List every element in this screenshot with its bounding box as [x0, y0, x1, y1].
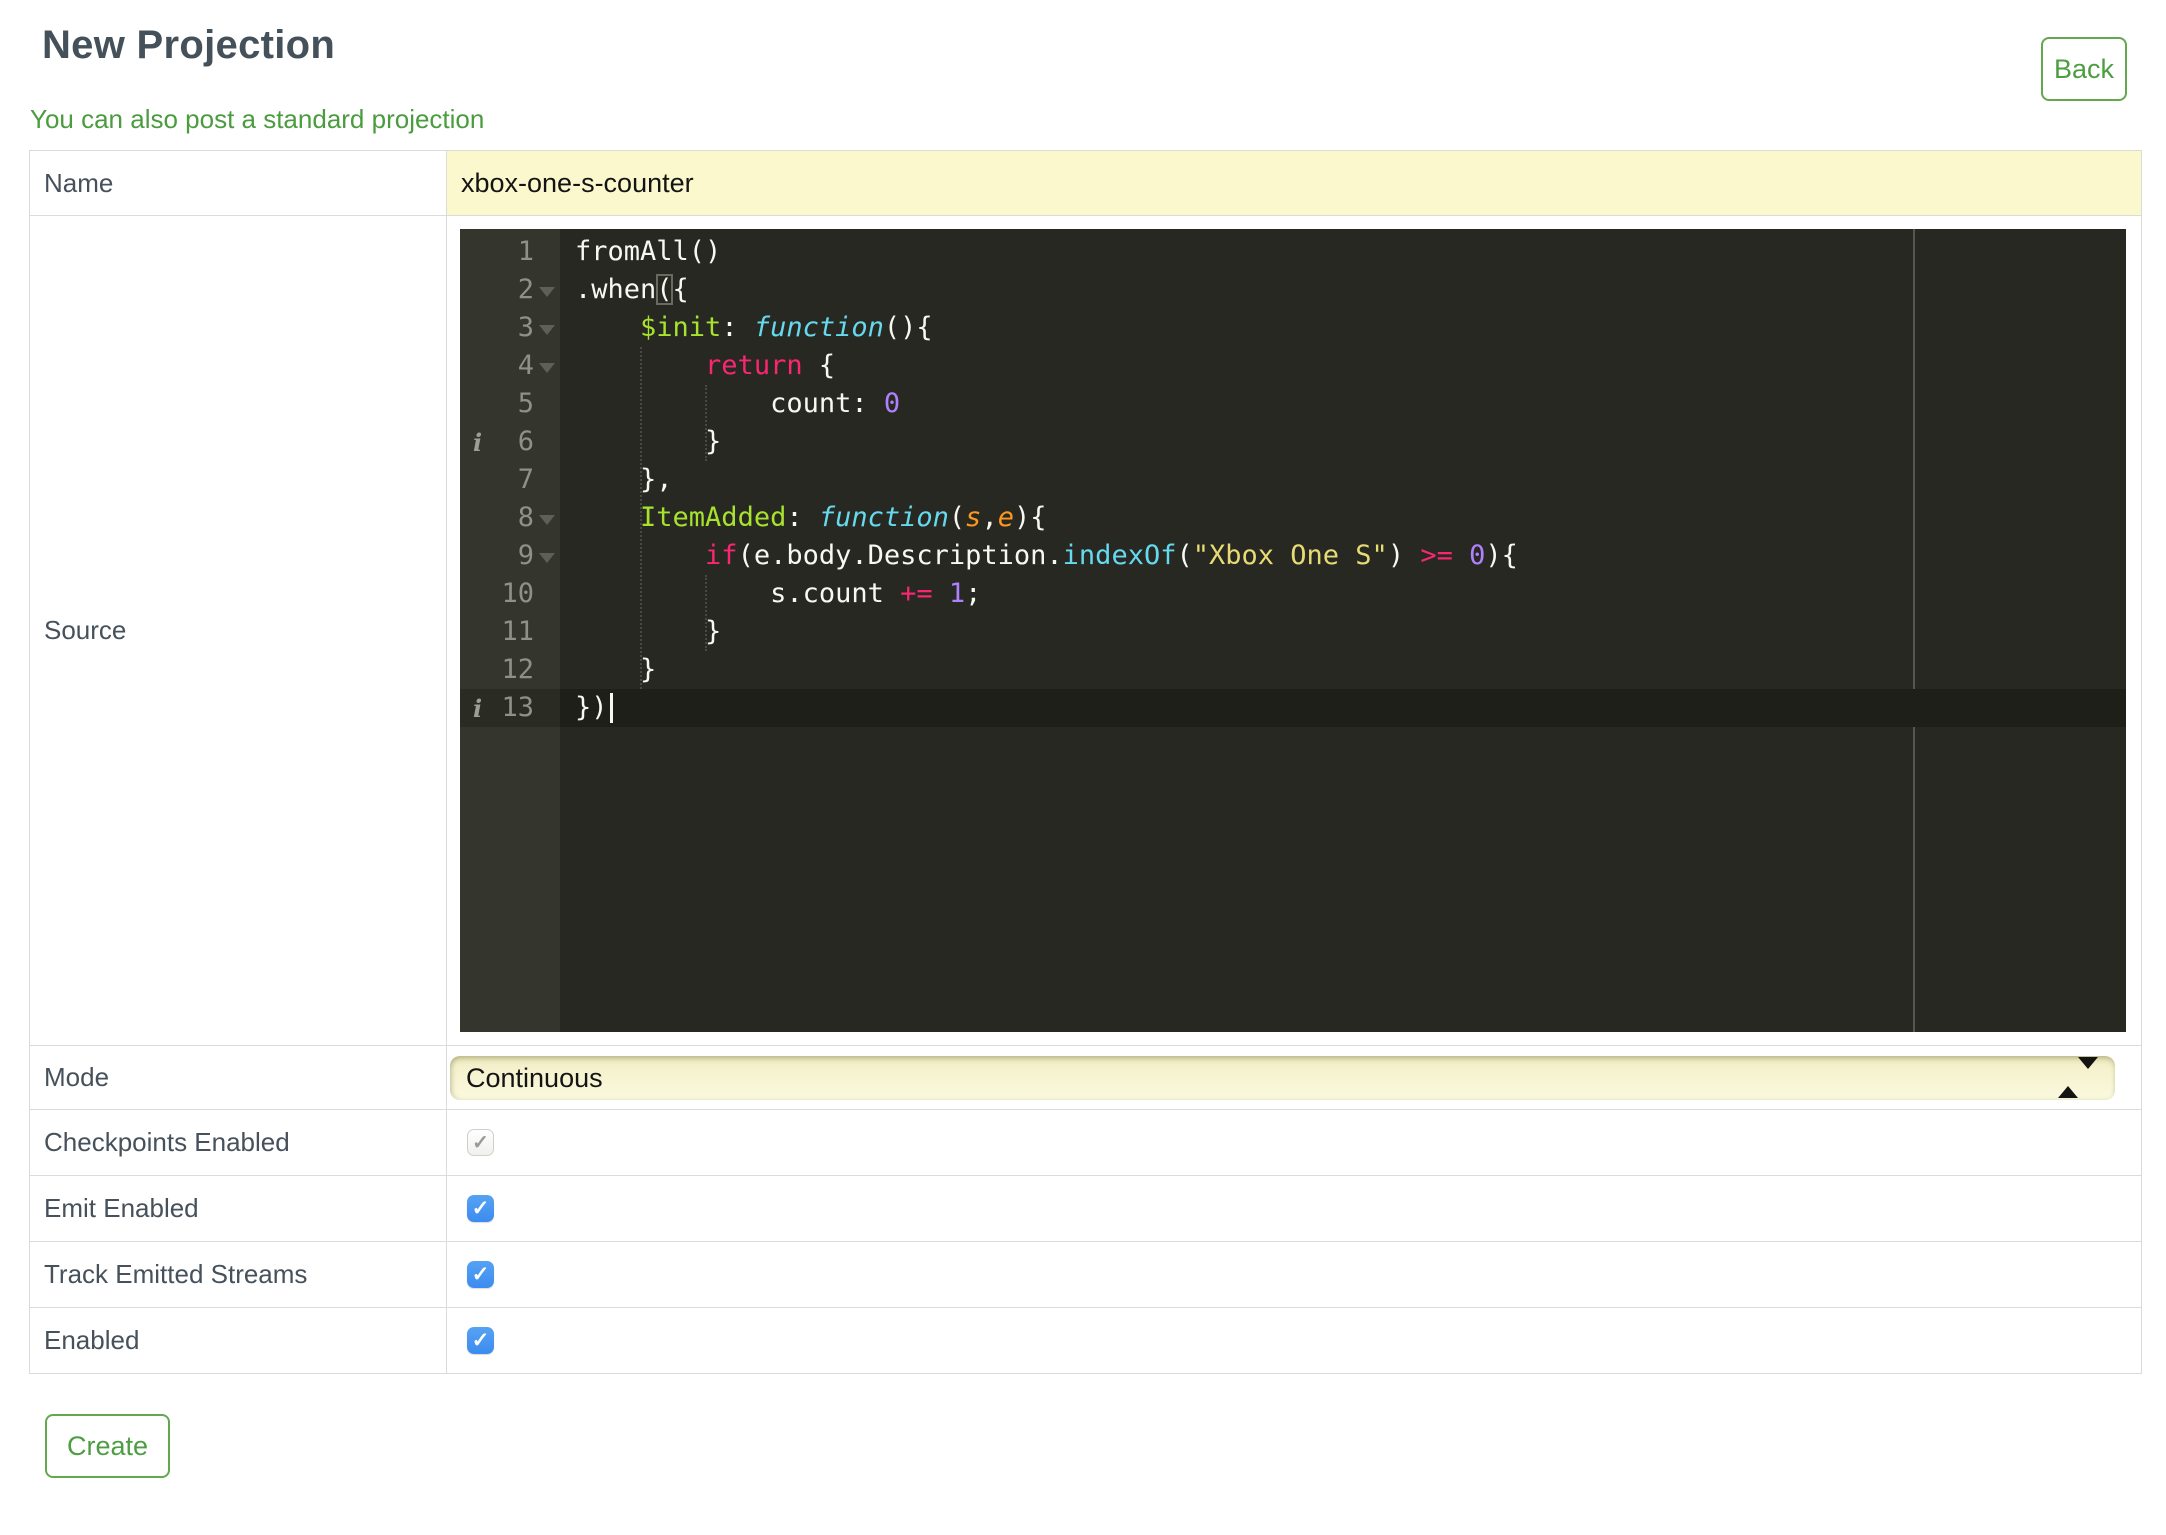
checkbox-enabled[interactable]: ✓ [467, 1327, 494, 1354]
editor-code-area[interactable]: fromAll() .when({ $init: function(){ retu… [560, 233, 2126, 727]
gutter-line-2: 2 [460, 271, 560, 309]
fold-toggle-icon[interactable] [539, 325, 555, 335]
fold-toggle-icon[interactable] [539, 515, 555, 525]
checkbox-label-checkpoints-enabled: Checkpoints Enabled [29, 1109, 447, 1176]
checkbox-label-track-emitted-streams: Track Emitted Streams [29, 1241, 447, 1308]
code-line-4: return { [705, 350, 836, 381]
code-line-10: s.count += 1; [575, 578, 982, 609]
checkmark-icon: ✓ [471, 1329, 490, 1352]
mode-select[interactable]: Continuous [450, 1055, 2115, 1100]
code-line-8: ItemAdded: function(s,e){ [640, 502, 1047, 533]
mode-row: Mode Continuous [29, 1045, 2142, 1110]
back-button[interactable]: Back [2041, 37, 2127, 101]
fold-toggle-icon[interactable] [539, 553, 555, 563]
info-annotation-icon: i [473, 694, 483, 723]
gutter-line-1: 1 [517, 236, 534, 267]
source-code-editor[interactable]: 1 2 3 4 5 i 6 7 8 9 10 11 12 i 13 fromAll() .when({ $in… [460, 229, 2126, 1032]
code-line-7: }, [575, 464, 673, 495]
checkbox-row: Emit Enabled ✓ [29, 1175, 2142, 1242]
checkbox-row: Enabled ✓ [29, 1307, 2142, 1374]
code-line-6: } [575, 426, 722, 457]
info-annotation-icon: i [473, 428, 483, 457]
fold-toggle-icon[interactable] [539, 363, 555, 373]
name-row: Name [29, 150, 2142, 216]
checkbox-emit-enabled[interactable]: ✓ [467, 1195, 494, 1222]
code-line-11: } [575, 616, 722, 647]
source-label: Source [29, 215, 447, 1046]
checkmark-icon: ✓ [472, 1131, 489, 1154]
gutter-line-5: 5 [517, 388, 534, 419]
new-projection-page: New Projection Back You can also post a … [0, 22, 2166, 1478]
fold-toggle-icon[interactable] [539, 287, 555, 297]
gutter-line-3: 3 [460, 309, 560, 347]
checkmark-icon: ✓ [471, 1263, 490, 1286]
gutter-line-8: 8 [460, 499, 560, 537]
checkbox-checkpoints-enabled: ✓ [467, 1129, 494, 1156]
checkmark-icon: ✓ [471, 1197, 490, 1220]
code-line-9: if(e.body.Description.indexOf("Xbox One … [705, 540, 1518, 571]
standard-projection-link[interactable]: You can also post a standard projection [30, 104, 484, 135]
gutter-line-9: 9 [460, 537, 560, 575]
code-line-13: }) [560, 689, 2126, 727]
checkbox-row: Track Emitted Streams ✓ [29, 1241, 2142, 1308]
source-row: Source 1 2 3 4 5 i 6 7 8 9 10 11 12 i 13 fromAll() .whe… [29, 215, 2142, 1046]
projection-form-table: Name Source 12345i6789101112i13 fromAll(… [29, 150, 2142, 1374]
code-line-3: $init: function(){ [640, 312, 933, 343]
gutter-line-7: 7 [517, 464, 534, 495]
gutter-line-6: i6 [460, 423, 560, 461]
editor-gutter: 1 2 3 4 5 i 6 7 8 9 10 11 12 i 13 [460, 229, 560, 1032]
checkbox-label-emit-enabled: Emit Enabled [29, 1175, 447, 1242]
gutter-line-10: 10 [501, 578, 534, 609]
gutter-line-13: i 13 [460, 689, 560, 727]
code-line-1: fromAll() [575, 236, 722, 267]
projection-name-input[interactable] [447, 152, 2141, 214]
name-label: Name [29, 150, 447, 216]
code-line-5: count: 0 [575, 388, 901, 419]
gutter-line-12: 12 [501, 654, 534, 685]
checkbox-label-enabled: Enabled [29, 1307, 447, 1374]
gutter-line-11: 11 [501, 616, 534, 647]
checkbox-row: Checkpoints Enabled ✓ [29, 1109, 2142, 1176]
create-button[interactable]: Create [45, 1414, 171, 1478]
mode-label: Mode [29, 1045, 447, 1110]
text-cursor [609, 693, 613, 723]
code-line-2: .when({ [575, 274, 689, 305]
page-title: New Projection [42, 23, 336, 67]
gutter-line-4: 4 [460, 347, 560, 385]
code-line-12: } [575, 654, 657, 685]
checkbox-track-emitted-streams[interactable]: ✓ [467, 1261, 494, 1288]
